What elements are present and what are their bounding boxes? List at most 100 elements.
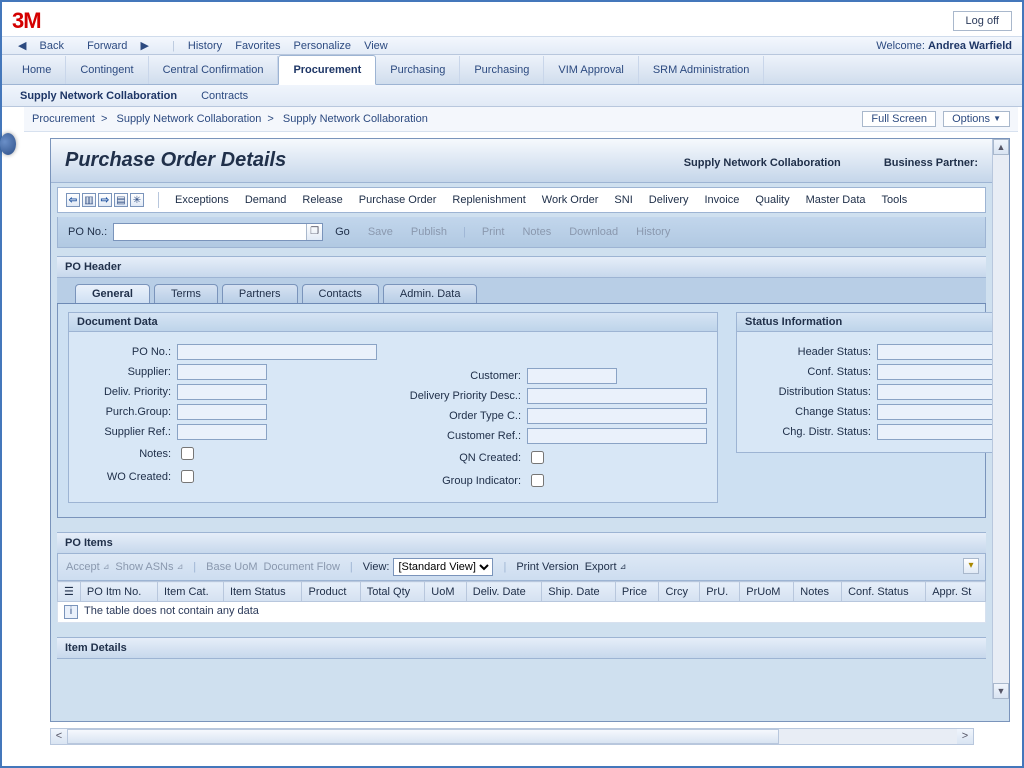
menu-tools[interactable]: Tools [882,194,908,206]
htab-contacts[interactable]: Contacts [302,284,379,303]
menu-replenishment[interactable]: Replenishment [452,194,525,206]
brand-logo: 3M [12,8,41,34]
scroll-up-icon[interactable]: ▲ [993,139,1009,155]
scroll-down-icon[interactable]: ▼ [993,683,1009,699]
vertical-scrollbar[interactable]: ▲ ▼ [992,139,1009,699]
chk-wo[interactable] [181,470,194,483]
view-link[interactable]: View [364,40,388,52]
export-button[interactable]: Export ⊿ [585,561,627,573]
fld-hstatus[interactable] [877,344,992,360]
tab-contingent[interactable]: Contingent [66,56,148,84]
nav-fav-icon[interactable]: ▤ [114,193,128,207]
back-link[interactable]: ◀ Back [18,40,74,52]
favorites-link[interactable]: Favorites [235,40,280,52]
col-13[interactable]: Conf. Status [842,582,926,602]
options-button[interactable]: Options ▼ [943,111,1010,127]
fld-otc[interactable] [527,408,707,424]
menu-exceptions[interactable]: Exceptions [175,194,229,206]
fld-dpd[interactable] [527,388,707,404]
col-10[interactable]: PrU. [700,582,740,602]
subtab-snc[interactable]: Supply Network Collaboration [8,86,189,106]
view-select[interactable]: [Standard View] [393,558,493,576]
menu-sni[interactable]: SNI [614,194,632,206]
forward-link: Forward ▶ [87,40,159,52]
tab-purchasing-1[interactable]: Purchasing [376,56,460,84]
col-2[interactable]: Item Status [223,582,302,602]
filter-icon[interactable]: ▾ [963,558,979,574]
col-11[interactable]: PrUoM [740,582,794,602]
menu-work-order[interactable]: Work Order [542,194,599,206]
save-button: Save [368,226,393,238]
menu-demand[interactable]: Demand [245,194,287,206]
chk-qn[interactable] [531,451,544,464]
scroll-left-icon[interactable]: < [51,729,67,744]
crumb-2[interactable]: Supply Network Collaboration [116,113,261,125]
pono-valuehelp-icon[interactable]: ❐ [306,224,322,240]
htab-general[interactable]: General [75,284,150,303]
col-5[interactable]: UoM [425,582,466,602]
tab-procurement[interactable]: Procurement [278,55,376,85]
lbl-cref: Customer Ref.: [397,430,527,442]
fld-pono[interactable] [177,344,377,360]
col-3[interactable]: Product [302,582,360,602]
fld-dstatus[interactable] [877,384,992,400]
col-9[interactable]: Crcy [659,582,700,602]
fld-chstatus[interactable] [877,404,992,420]
title-right-1: Supply Network Collaboration [684,157,841,169]
nav-fwd-icon[interactable]: ⇨ [98,193,112,207]
menu-purchase-order[interactable]: Purchase Order [359,194,437,206]
col-14[interactable]: Appr. St [926,582,986,602]
chk-notes[interactable] [181,447,194,460]
history-link[interactable]: History [188,40,222,52]
logoff-button[interactable]: Log off [953,11,1012,31]
tab-srm-administration[interactable]: SRM Administration [639,56,765,84]
scroll-right-icon[interactable]: > [957,729,973,744]
menu-invoice[interactable]: Invoice [705,194,740,206]
go-button[interactable]: Go [335,226,350,238]
po-header-tabs: General Terms Partners Contacts Admin. D… [57,278,986,304]
menu-master-data[interactable]: Master Data [806,194,866,206]
view-label: View: [363,561,390,573]
app-menubar: ⇦ ▥ ⇨ ▤ ✳ Exceptions Demand Release Purc… [57,187,986,213]
horizontal-scrollbar[interactable]: < > [50,728,974,745]
col-selector-icon[interactable]: ☰ [58,582,81,602]
fld-cstatus[interactable] [877,364,992,380]
history-button: History [636,226,670,238]
personalize-link[interactable]: Personalize [294,40,351,52]
col-12[interactable]: Notes [794,582,842,602]
nav-home-icon[interactable]: ▥ [82,193,96,207]
tab-home[interactable]: Home [8,56,66,84]
nav-refresh-icon[interactable]: ✳ [130,193,144,207]
htab-partners[interactable]: Partners [222,284,298,303]
col-7[interactable]: Ship. Date [542,582,616,602]
subtab-contracts[interactable]: Contracts [189,86,260,106]
fld-purch[interactable] [177,404,267,420]
menu-release[interactable]: Release [302,194,342,206]
lbl-pono: PO No.: [79,346,177,358]
htab-admin[interactable]: Admin. Data [383,284,478,303]
col-6[interactable]: Deliv. Date [466,582,542,602]
col-1[interactable]: Item Cat. [158,582,224,602]
full-screen-button[interactable]: Full Screen [862,111,936,127]
menu-delivery[interactable]: Delivery [649,194,689,206]
fld-cref[interactable] [527,428,707,444]
crumb-1[interactable]: Procurement [32,113,95,125]
menu-quality[interactable]: Quality [755,194,789,206]
tab-vim-approval[interactable]: VIM Approval [544,56,638,84]
chk-gi[interactable] [531,474,544,487]
tab-purchasing-2[interactable]: Purchasing [460,56,544,84]
tab-central-confirmation[interactable]: Central Confirmation [149,56,279,84]
col-8[interactable]: Price [615,582,659,602]
col-0[interactable]: PO Itm No. [80,582,157,602]
fld-cdstatus[interactable] [877,424,992,440]
nav-back-icon[interactable]: ⇦ [66,193,80,207]
fld-customer[interactable] [527,368,617,384]
print-version-button[interactable]: Print Version [516,561,578,573]
fld-sref[interactable] [177,424,267,440]
fld-deliv[interactable] [177,384,267,400]
fld-supplier[interactable] [177,364,267,380]
crumb-3[interactable]: Supply Network Collaboration [283,113,428,125]
htab-terms[interactable]: Terms [154,284,218,303]
pono-input[interactable] [113,223,323,241]
col-4[interactable]: Total Qty [360,582,425,602]
